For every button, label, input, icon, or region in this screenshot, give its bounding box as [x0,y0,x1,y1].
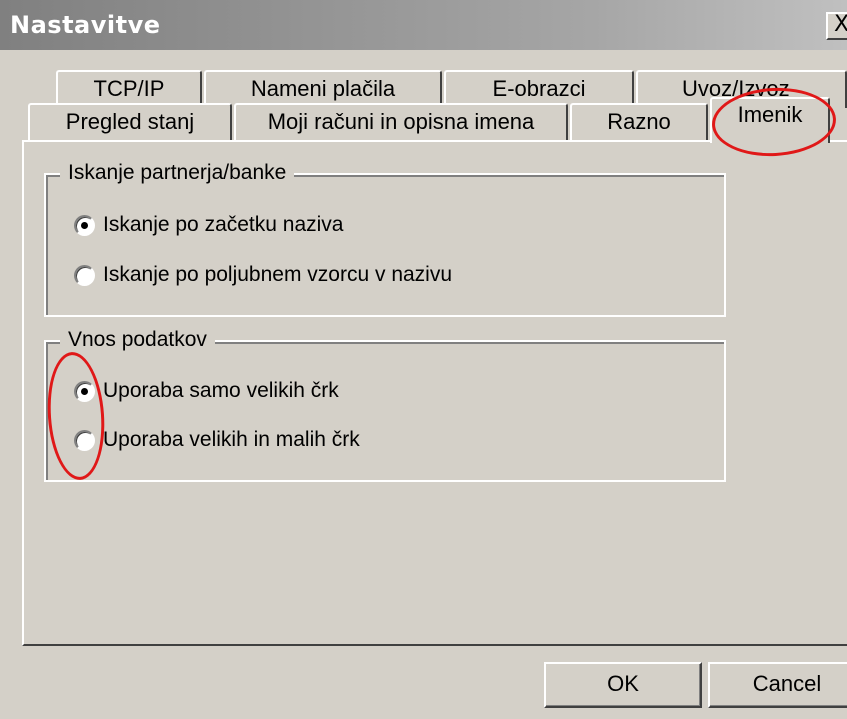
radio-label: Uporaba velikih in malih črk [103,428,360,451]
tab-label: Pregled stanj [65,109,195,134]
close-button[interactable]: X [826,12,847,40]
settings-dialog: Nastavitve X TCP/IP Nameni plačila E-obr… [0,0,847,719]
group-legend: Iskanje partnerja/banke [60,161,295,185]
radio-label: Iskanje po poljubnem vzorcu v nazivu [103,263,453,286]
tab-label: Moji računi in opisna imena [267,109,535,134]
radio-label: Uporaba samo velikih črk [103,379,339,402]
tab-razno[interactable]: Razno [570,103,708,141]
close-icon: X [834,12,847,37]
radio-unchecked-icon[interactable] [74,429,95,451]
radio-unchecked-icon[interactable] [74,264,95,286]
search-group: Iskanje partnerja/banke Iskanje po začet… [44,161,726,317]
radio-uppercase-only[interactable]: Uporaba samo velikih črk [74,379,339,403]
cancel-button[interactable]: Cancel [708,662,847,708]
radio-mixed-case[interactable]: Uporaba velikih in malih črk [74,428,360,452]
button-label: OK [607,671,639,696]
group-legend: Vnos podatkov [60,328,215,352]
tab-pregled-stanj[interactable]: Pregled stanj [28,103,232,141]
radio-search-pattern[interactable]: Iskanje po poljubnem vzorcu v nazivu [74,263,452,287]
radio-search-prefix[interactable]: Iskanje po začetku naziva [74,213,343,237]
tab-label: Imenik [737,102,803,127]
tab-page-imenik: Iskanje partnerja/banke Iskanje po začet… [22,140,847,646]
radio-label: Iskanje po začetku naziva [103,213,344,236]
tab-imenik[interactable]: Imenik [710,97,830,143]
title-bar: Nastavitve X [0,0,847,50]
radio-checked-icon[interactable] [74,380,95,402]
tab-label: Razno [607,109,671,134]
tab-label: Nameni plačila [250,76,396,101]
tab-label: E-obrazci [492,76,586,101]
window-title: Nastavitve [10,11,161,39]
ok-button[interactable]: OK [544,662,702,708]
entry-group: Vnos podatkov Uporaba samo velikih črk U… [44,328,726,482]
tab-label: TCP/IP [93,76,165,101]
radio-checked-icon[interactable] [74,214,95,236]
button-label: Cancel [752,671,822,696]
tab-moji-racuni[interactable]: Moji računi in opisna imena [234,103,568,141]
